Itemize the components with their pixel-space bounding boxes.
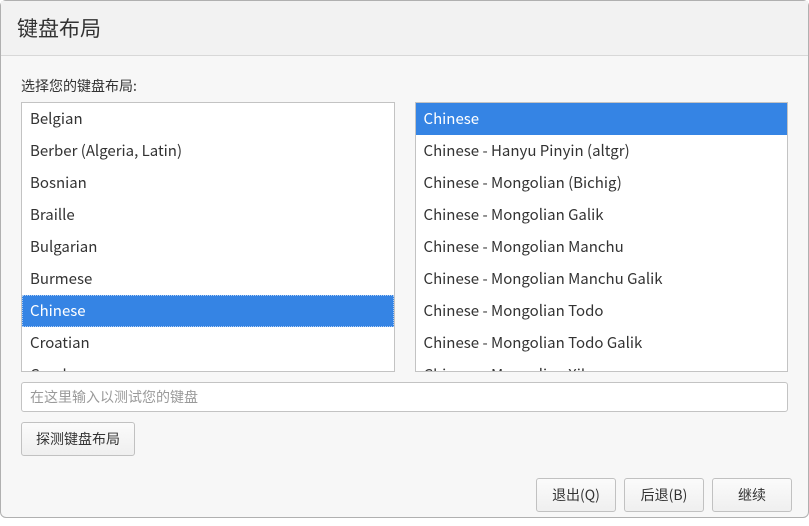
keyboard-test-input[interactable] bbox=[21, 382, 788, 412]
list-item[interactable]: Bulgarian bbox=[22, 231, 394, 263]
list-item[interactable]: Chinese - Mongolian Todo Galik bbox=[416, 327, 788, 359]
lists-row: BelgianBerber (Algeria, Latin)BosnianBra… bbox=[21, 102, 788, 372]
list-item[interactable]: Chinese - Mongolian Todo bbox=[416, 295, 788, 327]
list-item[interactable]: Berber (Algeria, Latin) bbox=[22, 135, 394, 167]
list-item[interactable]: Burmese bbox=[22, 263, 394, 295]
window-title: 键盘布局 bbox=[17, 13, 792, 43]
list-item[interactable]: Chinese - Mongolian Xibe bbox=[416, 359, 788, 372]
list-item[interactable]: Belgian bbox=[22, 103, 394, 135]
footer: 退出(Q) 后退(B) 继续 bbox=[1, 466, 808, 526]
list-item[interactable]: Croatian bbox=[22, 327, 394, 359]
continue-button[interactable]: 继续 bbox=[712, 478, 792, 512]
titlebar: 键盘布局 bbox=[1, 1, 808, 56]
detect-layout-button[interactable]: 探测键盘布局 bbox=[21, 422, 135, 456]
layout-variant-list[interactable]: ChineseChinese - Hanyu Pinyin (altgr)Chi… bbox=[415, 102, 789, 372]
list-item[interactable]: Chinese - Mongolian Manchu Galik bbox=[416, 263, 788, 295]
list-item[interactable]: Chinese bbox=[416, 103, 788, 135]
list-item[interactable]: Czech bbox=[22, 359, 394, 372]
quit-button[interactable]: 退出(Q) bbox=[536, 478, 616, 512]
list-item[interactable]: Chinese - Mongolian (Bichig) bbox=[416, 167, 788, 199]
content-area: 选择您的键盘布局: BelgianBerber (Algeria, Latin)… bbox=[1, 56, 808, 466]
detect-row: 探测键盘布局 bbox=[21, 422, 788, 456]
list-item[interactable]: Chinese - Mongolian Galik bbox=[416, 199, 788, 231]
prompt-label: 选择您的键盘布局: bbox=[21, 76, 788, 96]
layout-family-list[interactable]: BelgianBerber (Algeria, Latin)BosnianBra… bbox=[21, 102, 395, 372]
list-item[interactable]: Braille bbox=[22, 199, 394, 231]
keyboard-layout-dialog: 键盘布局 选择您的键盘布局: BelgianBerber (Algeria, L… bbox=[0, 0, 809, 518]
list-item[interactable]: Chinese bbox=[22, 295, 394, 327]
list-item[interactable]: Bosnian bbox=[22, 167, 394, 199]
list-item[interactable]: Chinese - Mongolian Manchu bbox=[416, 231, 788, 263]
list-item[interactable]: Chinese - Hanyu Pinyin (altgr) bbox=[416, 135, 788, 167]
back-button[interactable]: 后退(B) bbox=[624, 478, 704, 512]
